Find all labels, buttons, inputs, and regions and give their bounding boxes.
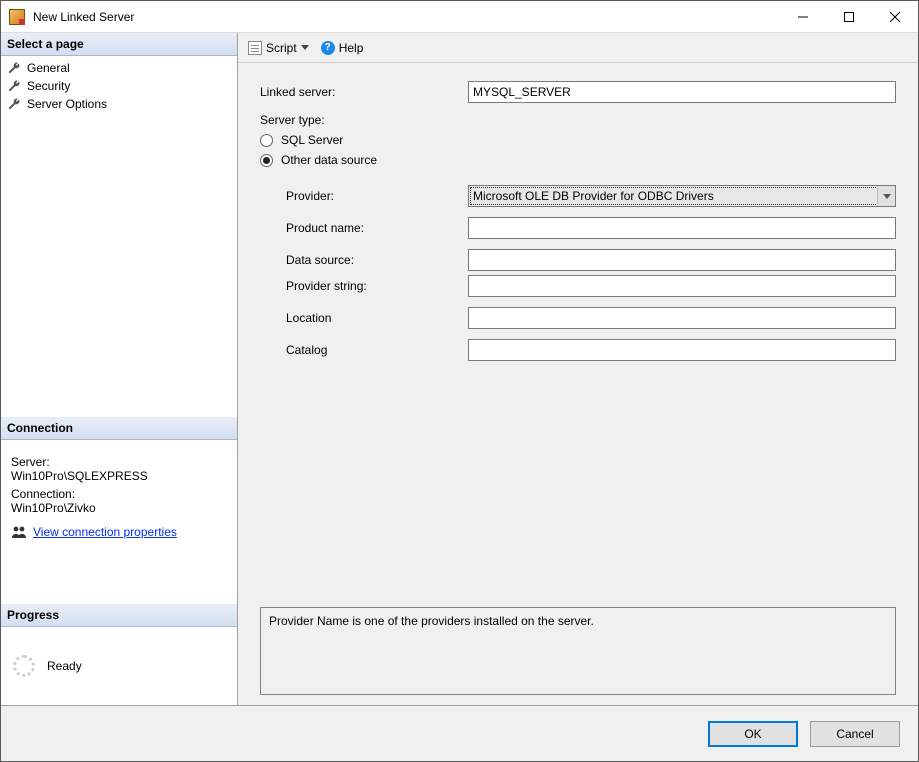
page-list: General Security Server Options — [1, 56, 237, 417]
radio-other-data-source[interactable]: Other data source — [260, 153, 896, 167]
people-icon — [11, 525, 27, 539]
help-icon: ? — [321, 41, 335, 55]
titlebar: New Linked Server — [1, 1, 918, 33]
view-connection-properties-link[interactable]: View connection properties — [33, 525, 177, 539]
data-source-input[interactable] — [468, 249, 896, 271]
script-icon — [248, 41, 262, 55]
right-pane: Script ? Help Linked server: Server type… — [238, 33, 918, 705]
sidebar: Select a page General Security Server Op… — [1, 33, 238, 705]
cancel-label: Cancel — [836, 727, 873, 741]
provider-label: Provider: — [260, 189, 468, 203]
server-type-label: Server type: — [260, 113, 468, 127]
form-area: Linked server: Server type: SQL Server O… — [238, 63, 918, 705]
workspace: Select a page General Security Server Op… — [1, 33, 918, 705]
window-controls — [780, 1, 918, 32]
location-label: Location — [260, 311, 468, 325]
sidebar-item-label: Security — [27, 79, 70, 93]
radio-sql-server-label: SQL Server — [281, 133, 343, 147]
server-label: Server: — [11, 455, 227, 469]
progress-header: Progress — [1, 604, 237, 627]
radio-icon — [260, 134, 273, 147]
wrench-icon — [7, 79, 21, 93]
ok-button[interactable]: OK — [708, 721, 798, 747]
sidebar-item-general[interactable]: General — [1, 59, 237, 77]
radio-icon — [260, 154, 273, 167]
product-name-input[interactable] — [468, 217, 896, 239]
provider-select[interactable]: Microsoft OLE DB Provider for ODBC Drive… — [468, 185, 896, 207]
linked-server-input[interactable] — [468, 81, 896, 103]
help-button[interactable]: ? Help — [317, 39, 368, 57]
catalog-input[interactable] — [468, 339, 896, 361]
connection-panel: Server: Win10Pro\SQLEXPRESS Connection: … — [1, 440, 237, 604]
hint-text: Provider Name is one of the providers in… — [269, 614, 594, 628]
sidebar-item-server-options[interactable]: Server Options — [1, 95, 237, 113]
chevron-down-icon — [301, 45, 309, 50]
catalog-label: Catalog — [260, 343, 468, 357]
sidebar-item-label: Server Options — [27, 97, 107, 111]
window-title: New Linked Server — [33, 10, 780, 24]
sidebar-item-label: General — [27, 61, 70, 75]
select-page-header: Select a page — [1, 33, 237, 56]
radio-sql-server[interactable]: SQL Server — [260, 133, 896, 147]
progress-spinner-icon — [13, 655, 35, 677]
script-label: Script — [266, 41, 297, 55]
location-input[interactable] — [468, 307, 896, 329]
cancel-button[interactable]: Cancel — [810, 721, 900, 747]
data-source-label: Data source: — [260, 253, 468, 267]
product-name-label: Product name: — [260, 221, 468, 235]
hint-box: Provider Name is one of the providers in… — [260, 607, 896, 695]
sidebar-item-security[interactable]: Security — [1, 77, 237, 95]
connection-header: Connection — [1, 417, 237, 440]
ok-label: OK — [744, 727, 761, 741]
minimize-button[interactable] — [780, 1, 826, 32]
progress-panel: Ready — [1, 627, 237, 705]
server-value: Win10Pro\SQLEXPRESS — [11, 469, 227, 483]
close-button[interactable] — [872, 1, 918, 32]
help-label: Help — [339, 41, 364, 55]
provider-string-input[interactable] — [468, 275, 896, 297]
chevron-down-icon — [877, 186, 895, 206]
wrench-icon — [7, 61, 21, 75]
linked-server-label: Linked server: — [260, 85, 468, 99]
button-bar: OK Cancel — [1, 705, 918, 761]
provider-value: Microsoft OLE DB Provider for ODBC Drive… — [473, 189, 714, 203]
script-button[interactable]: Script — [244, 39, 313, 57]
progress-status: Ready — [47, 659, 82, 673]
connection-value: Win10Pro\Zivko — [11, 501, 227, 515]
wrench-icon — [7, 97, 21, 111]
radio-other-label: Other data source — [281, 153, 377, 167]
toolbar: Script ? Help — [238, 33, 918, 63]
provider-string-label: Provider string: — [260, 279, 468, 293]
app-icon — [9, 9, 25, 25]
connection-label: Connection: — [11, 487, 227, 501]
maximize-button[interactable] — [826, 1, 872, 32]
